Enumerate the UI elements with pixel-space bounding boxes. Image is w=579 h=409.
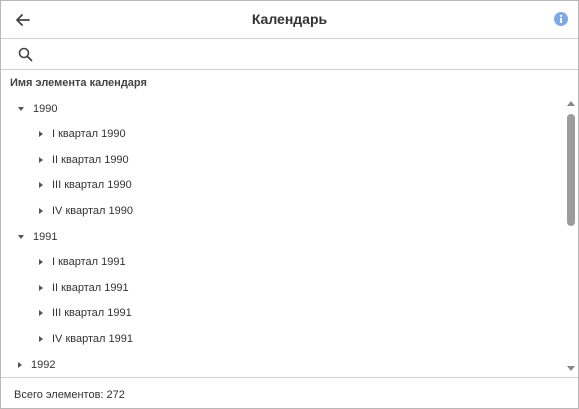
tree-row-quarter[interactable]: II квартал 1991 xyxy=(1,275,561,300)
tree-row-quarter[interactable]: IV квартал 1991 xyxy=(1,326,561,351)
vertical-scrollbar[interactable] xyxy=(564,98,578,374)
scrollbar-thumb[interactable] xyxy=(567,114,575,226)
total-count-label: Всего элементов: 272 xyxy=(14,389,125,401)
tree-row-year[interactable]: 1990 xyxy=(1,96,561,121)
collapse-triangle-icon[interactable] xyxy=(39,131,43,138)
tree-row-quarter[interactable]: III квартал 1991 xyxy=(1,301,561,326)
tree-row-label: II квартал 1991 xyxy=(52,281,129,294)
collapse-triangle-icon[interactable] xyxy=(18,361,22,368)
collapse-triangle-icon[interactable] xyxy=(39,182,43,189)
search-bar xyxy=(1,39,578,70)
collapse-triangle-icon[interactable] xyxy=(39,284,43,291)
tree-row-quarter[interactable]: II квартал 1990 xyxy=(1,147,561,172)
tree-row-year[interactable]: 1991 xyxy=(1,224,561,249)
collapse-triangle-icon[interactable] xyxy=(39,259,43,266)
collapse-triangle-icon[interactable] xyxy=(39,335,43,342)
info-button[interactable] xyxy=(554,12,568,26)
tree-row-quarter[interactable]: I квартал 1990 xyxy=(1,122,561,147)
scroll-down-arrow-icon[interactable] xyxy=(567,366,575,371)
tree-row-year[interactable]: 1992 xyxy=(1,352,561,376)
column-header: Имя элемента календаря xyxy=(10,77,147,89)
info-circle-icon xyxy=(559,14,563,23)
tree-row-label: 1992 xyxy=(31,358,56,371)
tree-row-label: I квартал 1990 xyxy=(52,128,126,141)
collapse-triangle-icon[interactable] xyxy=(39,207,43,214)
tree-row-label: II квартал 1990 xyxy=(52,153,129,166)
scroll-up-arrow-icon[interactable] xyxy=(567,101,575,106)
footer-bar: Всего элементов: 272 xyxy=(1,377,578,408)
collapse-triangle-icon[interactable] xyxy=(39,156,43,163)
tree-row-quarter[interactable]: I квартал 1991 xyxy=(1,250,561,275)
expand-triangle-icon[interactable] xyxy=(18,106,24,111)
tree-row-quarter[interactable]: IV квартал 1990 xyxy=(1,198,561,223)
search-input[interactable] xyxy=(41,43,561,65)
tree-row-label: 1990 xyxy=(33,102,58,115)
tree-row-label: I квартал 1991 xyxy=(52,256,126,269)
expand-triangle-icon[interactable] xyxy=(18,234,24,239)
tree-row-label: IV квартал 1991 xyxy=(52,332,133,345)
tree-row-label: III квартал 1991 xyxy=(52,307,132,320)
collapse-triangle-icon[interactable] xyxy=(39,310,43,317)
search-icon[interactable] xyxy=(18,47,33,62)
calendar-tree: 1990 I квартал 1990 II квартал 1990 III … xyxy=(1,96,561,376)
calendar-dialog: Календарь Имя элемента календаря 1990 I … xyxy=(0,0,579,409)
tree-row-label: 1991 xyxy=(33,230,58,243)
page-title: Календарь xyxy=(251,11,328,27)
tree-row-label: IV квартал 1990 xyxy=(52,204,133,217)
tree-row-label: III квартал 1990 xyxy=(52,179,132,192)
tree-row-quarter[interactable]: III квартал 1990 xyxy=(1,173,561,198)
header-bar: Календарь xyxy=(1,1,578,39)
